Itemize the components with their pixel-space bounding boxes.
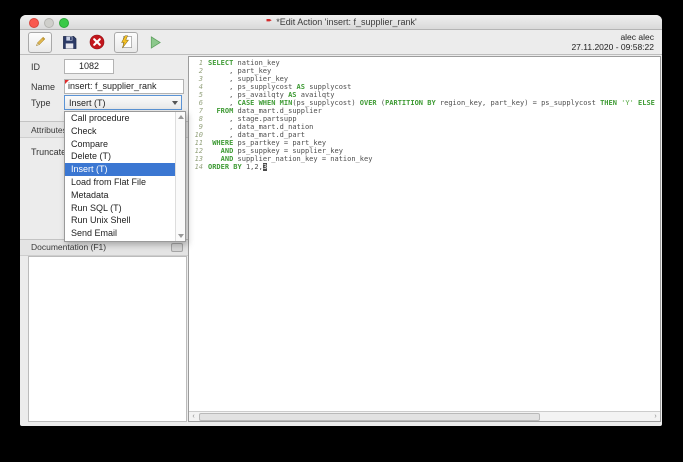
line-number: 8 [189, 115, 203, 123]
line-number: 1 [189, 59, 203, 67]
id-label: ID [31, 62, 40, 72]
dropdown-item[interactable]: Insert (T) [65, 163, 175, 176]
dropdown-item[interactable]: Send Email [65, 227, 175, 240]
edit-pencil-icon [33, 35, 47, 49]
code-line: 7 FROM data_mart.d_supplier [189, 107, 660, 115]
main-content: ID Name Type 1082 insert: f_supplier_ran… [20, 55, 662, 426]
code-line: 10 , data_mart.d_part [189, 131, 660, 139]
type-dropdown[interactable]: Insert (T) [64, 95, 182, 110]
line-number: 6 [189, 99, 203, 107]
code-line: 4 , ps_supplycost AS supplycost [189, 83, 660, 91]
line-number: 3 [189, 75, 203, 83]
code-line: 11 WHERE ps_partkey = part_key [189, 139, 660, 147]
traffic-lights [29, 18, 69, 28]
code-line: 9 , data_mart.d_nation [189, 123, 660, 131]
line-number: 13 [189, 155, 203, 163]
id-field[interactable]: 1082 [64, 59, 114, 74]
line-number: 10 [189, 131, 203, 139]
type-dropdown-value: Insert (T) [69, 98, 106, 108]
sql-editor[interactable]: 1SELECT nation_key2 , part_key3 , suppli… [188, 56, 661, 422]
minimize-window-button[interactable] [44, 18, 54, 28]
chevron-down-icon [172, 101, 178, 105]
save-floppy-icon [62, 35, 77, 50]
save-button[interactable] [58, 33, 80, 52]
line-number: 12 [189, 147, 203, 155]
edit-action-window: *Edit Action 'insert: f_supplier_rank' [20, 15, 662, 426]
scroll-left-icon[interactable]: ‹ [189, 412, 198, 421]
scroll-down-icon[interactable] [178, 234, 184, 238]
name-field-value: insert: f_supplier_rank [68, 81, 157, 91]
name-label: Name [31, 82, 55, 92]
line-number: 14 [189, 163, 203, 171]
wizard-lightning-icon [119, 35, 133, 49]
code-line: 14ORDER BY 1,2,3 [189, 163, 660, 171]
scroll-right-icon[interactable]: › [651, 412, 660, 421]
code-line: 13 AND supplier_nation_key = nation_key [189, 155, 660, 163]
run-button[interactable] [144, 33, 166, 52]
zoom-window-button[interactable] [59, 18, 69, 28]
code-line: 5 , ps_availqty AS availqty [189, 91, 660, 99]
user-name: alec alec [571, 32, 654, 42]
window-title-wrap: *Edit Action 'insert: f_supplier_rank' [265, 17, 417, 27]
line-number: 9 [189, 123, 203, 131]
text-cursor: 3 [263, 163, 267, 171]
horizontal-scrollbar[interactable]: ‹ › [189, 411, 660, 421]
session-timestamp: 27.11.2020 - 09:58:22 [571, 42, 654, 52]
type-dropdown-popup: Call procedureCheckCompareDelete (T)Inse… [64, 111, 186, 242]
line-number: 2 [189, 67, 203, 75]
dropdown-item[interactable]: Load from Flat File [65, 176, 175, 189]
dropdown-scrollbar[interactable] [175, 112, 185, 241]
modified-marker [65, 80, 69, 84]
line-number: 7 [189, 107, 203, 115]
toolbar: alec alec 27.11.2020 - 09:58:22 [20, 30, 662, 55]
line-number: 11 [189, 139, 203, 147]
app-icon [265, 18, 273, 26]
window-title: *Edit Action 'insert: f_supplier_rank' [276, 17, 417, 27]
close-window-button[interactable] [29, 18, 39, 28]
code-line: 2 , part_key [189, 67, 660, 75]
attributes-header-label: Attributes [31, 125, 67, 135]
type-label: Type [31, 98, 51, 108]
dropdown-item[interactable]: Check [65, 125, 175, 138]
dropdown-item[interactable]: Compare [65, 138, 175, 151]
dropdown-item[interactable]: Run SQL (T) [65, 202, 175, 215]
code-line: 6 , CASE WHEN MIN(ps_supplycost) OVER (P… [189, 99, 660, 107]
cancel-button[interactable] [86, 33, 108, 52]
scroll-up-icon[interactable] [178, 115, 184, 119]
line-number: 4 [189, 83, 203, 91]
documentation-textarea[interactable] [28, 256, 187, 422]
code-line: 3 , supplier_key [189, 75, 660, 83]
dropdown-item[interactable]: Delete (T) [65, 150, 175, 163]
type-dropdown-list[interactable]: Call procedureCheckCompareDelete (T)Inse… [65, 112, 175, 241]
wizard-button[interactable] [114, 32, 138, 53]
session-info: alec alec 27.11.2020 - 09:58:22 [571, 32, 654, 52]
dropdown-item[interactable]: Run Unix Shell [65, 214, 175, 227]
run-play-icon [148, 35, 163, 50]
code-line: 8 , stage.partsupp [189, 115, 660, 123]
name-field[interactable]: insert: f_supplier_rank [64, 79, 184, 94]
code-line: 12 AND ps_suppkey = supplier_key [189, 147, 660, 155]
dropdown-item[interactable]: Metadata [65, 189, 175, 202]
cancel-icon [89, 34, 105, 50]
collapse-panel-icon[interactable] [171, 243, 183, 252]
dropdown-item[interactable]: Call procedure [65, 112, 175, 125]
title-bar[interactable]: *Edit Action 'insert: f_supplier_rank' [20, 15, 662, 30]
code-lines[interactable]: 1SELECT nation_key2 , part_key3 , suppli… [189, 59, 660, 411]
line-number: 5 [189, 91, 203, 99]
edit-button[interactable] [28, 32, 52, 53]
code-line: 1SELECT nation_key [189, 59, 660, 67]
scrollbar-thumb[interactable] [199, 413, 540, 421]
